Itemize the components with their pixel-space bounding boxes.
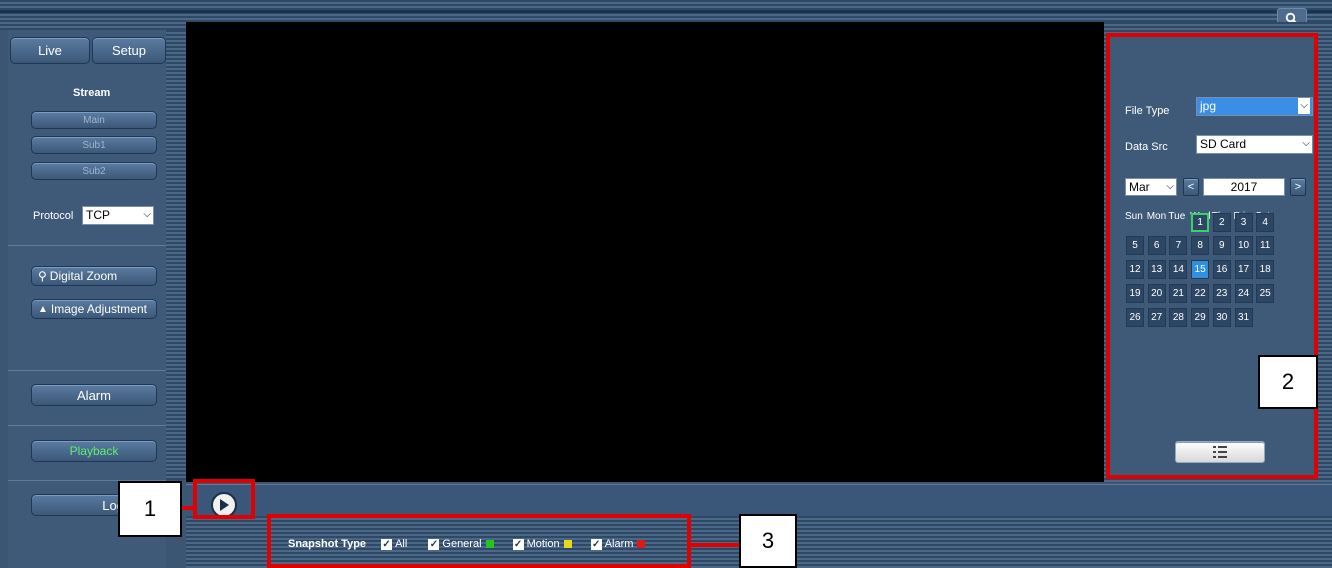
setup-button[interactable]: Setup [92, 37, 166, 64]
annotation-connector-3 [689, 543, 741, 547]
stream-main-button[interactable]: Main [31, 111, 157, 129]
video-viewport[interactable] [186, 22, 1104, 482]
callout-2: 2 [1258, 355, 1318, 409]
protocol-value: TCP [86, 208, 110, 222]
chevron-down-icon: ⌵ [143, 209, 151, 220]
annotation-box-1 [193, 479, 255, 519]
stream-sub2-button[interactable]: Sub2 [31, 162, 157, 180]
sidebar-divider [8, 245, 166, 246]
top-divider [0, 10, 1332, 13]
annotation-box-2 [1106, 33, 1318, 479]
protocol-label: Protocol [33, 210, 74, 222]
sidebar-divider [8, 370, 166, 371]
annotation-box-3 [267, 514, 691, 568]
stream-title: Stream [73, 87, 111, 99]
digital-zoom-button[interactable]: ⚲ Digital Zoom [31, 266, 157, 286]
callout-1: 1 [118, 481, 182, 537]
live-button[interactable]: Live [10, 37, 90, 64]
callout-3: 3 [739, 514, 797, 568]
sidebar-edge [166, 30, 186, 480]
playback-control-bar [186, 484, 1332, 518]
image-adjustment-label: Image Adjustment [50, 302, 147, 316]
image-adjustment-button[interactable]: ▲ Image Adjustment [31, 299, 157, 319]
zoom-icon: ⚲ [38, 269, 47, 283]
sidebar-divider [8, 425, 166, 426]
alarm-button[interactable]: Alarm [31, 384, 157, 406]
annotation-connector-1 [181, 506, 195, 510]
playback-button[interactable]: Playback [31, 440, 157, 462]
image-adjust-icon: ▲ [38, 303, 48, 315]
stream-sub1-button[interactable]: Sub1 [31, 136, 157, 154]
protocol-select[interactable]: TCP ⌵ [82, 206, 154, 225]
digital-zoom-label: Digital Zoom [49, 269, 118, 283]
